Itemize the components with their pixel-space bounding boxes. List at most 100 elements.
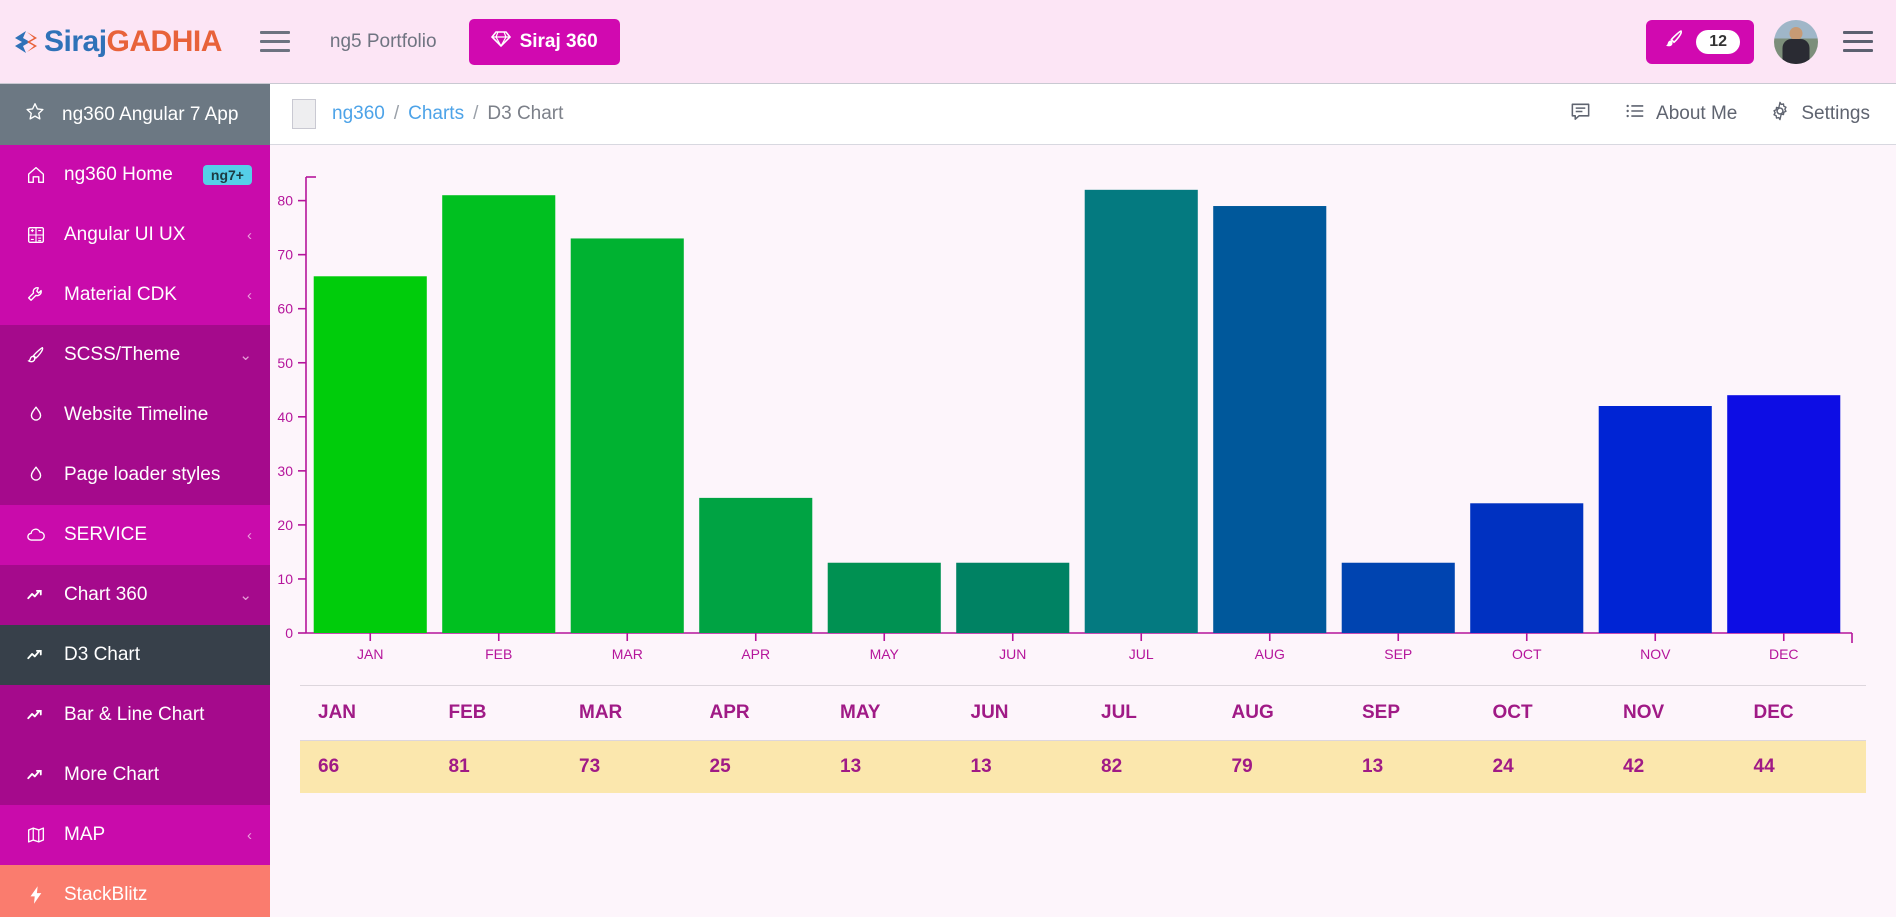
breadcrumb-actions: About Me Settings <box>1569 100 1870 129</box>
bar-jan[interactable] <box>313 276 427 633</box>
x-tick-label: SEP <box>1384 646 1412 662</box>
bar-group[interactable] <box>1470 503 1584 633</box>
breadcrumb-separator: / <box>473 103 479 124</box>
bar-group[interactable] <box>1727 395 1841 633</box>
comment-button[interactable] <box>1569 100 1592 129</box>
bar-aug[interactable] <box>1213 206 1327 633</box>
sidebar-item-more-chart[interactable]: More Chart <box>0 745 270 805</box>
sidebar-item-bar-line-chart[interactable]: Bar & Line Chart <box>0 685 270 745</box>
bar-jun[interactable] <box>956 562 1070 633</box>
chevron-left-icon: ‹ <box>247 526 252 544</box>
gear-icon <box>1769 100 1791 128</box>
bar-group[interactable] <box>699 497 813 633</box>
table-cell: 24 <box>1474 740 1605 793</box>
table-header-cell: FEB <box>430 685 561 741</box>
x-tick-label: MAY <box>870 646 900 662</box>
y-tick-label: 80 <box>277 193 293 209</box>
y-tick-label: 20 <box>277 517 293 533</box>
bar-apr[interactable] <box>699 497 813 633</box>
sidebar-item-angular-ui-ux[interactable]: Angular UI UX ‹ <box>0 205 270 265</box>
sidebar-item-chart-360[interactable]: Chart 360 ⌄ <box>0 565 270 625</box>
bar-group[interactable] <box>1213 206 1327 633</box>
brush-theme-button[interactable]: 12 <box>1646 19 1754 64</box>
bar-feb[interactable] <box>442 195 556 633</box>
hamburger-menu-icon[interactable] <box>252 19 298 65</box>
chart-canvas[interactable]: 0 10 20 30 40 50 60 70 80 JAN FEB MAR APR MAY JUN JUL AU… <box>270 145 1896 685</box>
sidebar-app-title[interactable]: ng360 Angular 7 App <box>0 84 270 145</box>
sidebar-item-badge: ng7+ <box>202 165 252 185</box>
sidebar-item-d3-chart[interactable]: D3 Chart <box>0 625 270 685</box>
bar-group[interactable] <box>1341 562 1455 633</box>
table-header-cell: DEC <box>1735 685 1866 741</box>
brush-badge-count: 12 <box>1696 29 1740 54</box>
y-tick-label: 10 <box>277 571 293 587</box>
sidebar-item-material-cdk[interactable]: Material CDK ‹ <box>0 265 270 325</box>
drop-icon <box>24 464 48 486</box>
x-tick-label: AUG <box>1255 646 1285 662</box>
y-tick-label: 0 <box>285 625 293 641</box>
brush-icon <box>1662 27 1686 56</box>
about-me-button[interactable]: About Me <box>1624 100 1737 128</box>
breadcrumb-item-1[interactable]: Charts <box>408 103 464 125</box>
sidebar-item-scss-theme[interactable]: SCSS/Theme ⌄ <box>0 325 270 385</box>
drop-icon <box>24 404 48 426</box>
hamburger-menu-icon[interactable] <box>1838 22 1878 62</box>
avatar[interactable] <box>1774 19 1818 64</box>
sidebar-app-title-label: ng360 Angular 7 App <box>62 103 239 125</box>
home-icon <box>24 164 48 186</box>
sidebar-toggle-box[interactable] <box>292 99 316 129</box>
sidebar-item-label: ng360 Home <box>64 164 173 185</box>
bar-nov[interactable] <box>1598 406 1712 633</box>
bar-group[interactable] <box>1084 189 1198 634</box>
bar-group[interactable] <box>570 238 684 633</box>
sidebar-item-stackblitz[interactable]: StackBlitz <box>0 865 270 917</box>
bar-group[interactable] <box>956 562 1070 633</box>
bar-may[interactable] <box>827 562 941 633</box>
brand-primary: Siraj <box>44 24 107 58</box>
sidebar-item-page-loader-styles[interactable]: Page loader styles <box>0 445 270 505</box>
bar-jul[interactable] <box>1084 189 1198 634</box>
sidebar-item-service[interactable]: SERVICE ‹ <box>0 505 270 565</box>
bar-group[interactable] <box>313 276 427 633</box>
breadcrumb-item-2: D3 Chart <box>487 103 564 124</box>
bolt-icon <box>24 884 48 906</box>
breadcrumb-separator: / <box>393 103 400 124</box>
sidebar-item-label: SERVICE <box>64 524 148 545</box>
breadcrumb-item-0[interactable]: ng360 <box>332 103 385 125</box>
nav-portfolio-link[interactable]: ng5 Portfolio <box>330 31 437 53</box>
settings-button[interactable]: Settings <box>1769 100 1870 128</box>
chart-line-icon <box>24 764 48 786</box>
table-header-row: JAN FEB MAR APR MAY JUN JUL AUG SEP OCT NOV DEC <box>300 685 1866 741</box>
table-header-cell: NOV <box>1605 685 1736 741</box>
brand-logo[interactable]: SirajGADHIA <box>10 25 222 59</box>
brand-secondary: GADHIA <box>106 24 223 58</box>
table-cell: 81 <box>430 740 561 793</box>
bar-sep[interactable] <box>1341 562 1455 633</box>
x-tick-label: NOV <box>1640 646 1671 662</box>
siraj-360-button[interactable]: Siraj 360 <box>468 18 620 65</box>
sidebar-item-ng360-home[interactable]: ng360 Home ng7+ <box>0 145 270 205</box>
table-cell: 25 <box>691 740 822 793</box>
bar-oct[interactable] <box>1470 503 1584 633</box>
chevron-down-icon: ⌄ <box>239 587 252 604</box>
y-tick-label: 40 <box>277 409 293 425</box>
breadcrumb-bar: ng360 / Charts / D3 Chart About Me Setti <box>270 84 1896 145</box>
sidebar-item-label: Bar & Line Chart <box>64 704 205 725</box>
bar-group[interactable] <box>1598 406 1712 633</box>
topbar-right-actions: 12 <box>1646 19 1878 64</box>
sidebar-item-map[interactable]: MAP ‹ <box>0 805 270 865</box>
bar-group[interactable] <box>442 195 556 633</box>
table-header-cell: JUL <box>1083 685 1214 741</box>
chevron-left-icon: ‹ <box>247 286 252 304</box>
sidebar-item-website-timeline[interactable]: Website Timeline <box>0 385 270 445</box>
d3-bar-chart: 0 10 20 30 40 50 60 70 80 JAN FEB MAR APR MAY JUN JUL AU… <box>270 145 1896 685</box>
bar-dec[interactable] <box>1727 395 1841 633</box>
x-tick-label: DEC <box>1769 646 1799 662</box>
sidebar-item-label: Material CDK <box>64 284 177 305</box>
x-tick-label: APR <box>741 646 770 662</box>
bar-mar[interactable] <box>570 238 684 633</box>
bar-group[interactable] <box>827 562 941 633</box>
settings-label: Settings <box>1801 103 1870 124</box>
sidebar-item-label: D3 Chart <box>64 644 141 665</box>
sidebar-item-label: Angular UI UX <box>64 224 186 245</box>
